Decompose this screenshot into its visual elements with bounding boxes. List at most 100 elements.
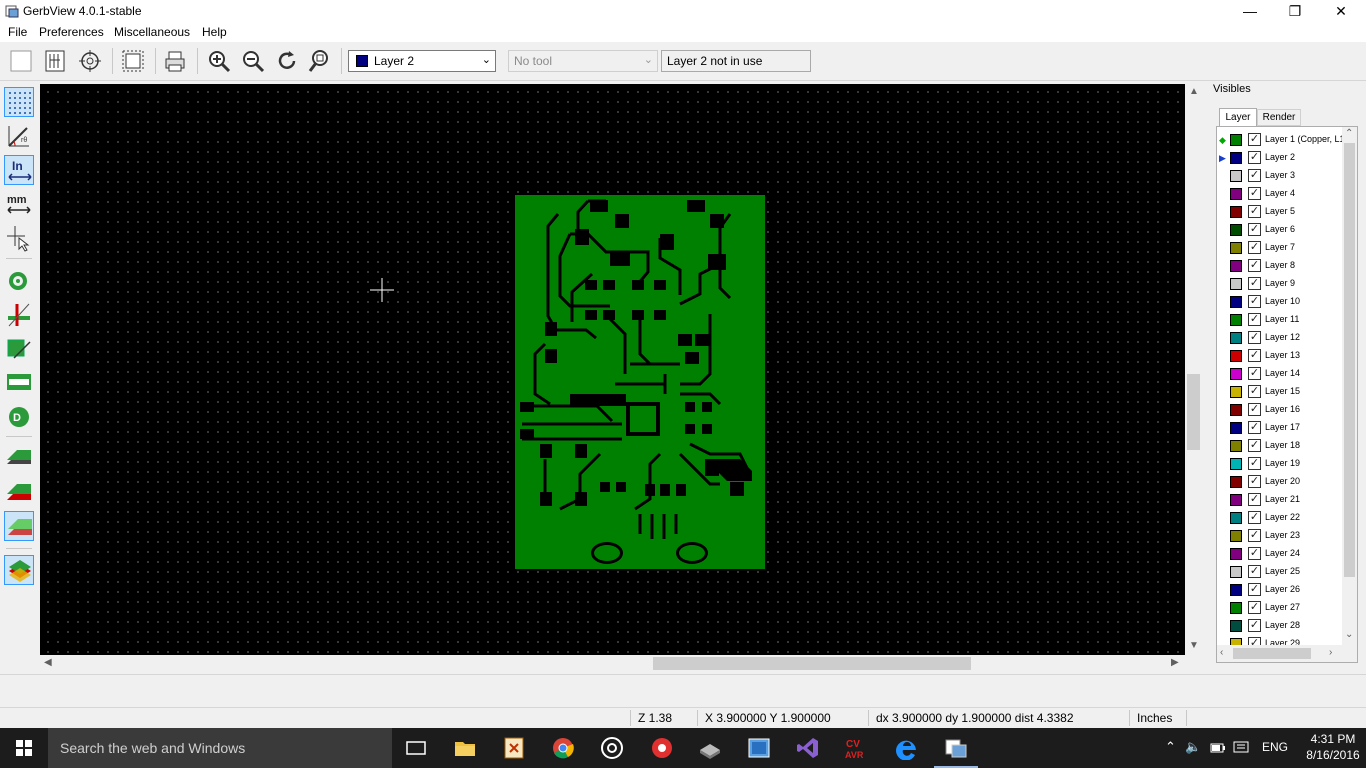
layer-color-swatch[interactable] — [1230, 368, 1242, 380]
layer-visibility-checkbox[interactable]: ✓ — [1248, 367, 1261, 380]
menu-help[interactable]: Help — [202, 25, 227, 39]
game-app-icon[interactable] — [650, 736, 674, 760]
archive-app-icon[interactable] — [502, 736, 526, 760]
layer-row[interactable]: ✓ Layer 4 — [1217, 185, 1342, 203]
layer-visibility-checkbox[interactable]: ✓ — [1248, 349, 1261, 362]
codevision-avr-icon[interactable]: CV AVR — [845, 736, 869, 760]
layer-visibility-checkbox[interactable]: ✓ — [1248, 277, 1261, 290]
layer-row[interactable]: ✓ Layer 13 — [1217, 347, 1342, 365]
layer-visibility-checkbox[interactable]: ✓ — [1248, 547, 1261, 560]
transparency-mode-icon[interactable] — [4, 443, 34, 473]
layer-list-horizontal-scrollbar[interactable]: ‹ › — [1217, 645, 1357, 662]
layer-visibility-checkbox[interactable]: ✓ — [1248, 601, 1261, 614]
layers-manager-icon[interactable] — [4, 555, 34, 585]
layer-row[interactable]: ✓ Layer 10 — [1217, 293, 1342, 311]
layer-row[interactable]: ✓ Layer 26 — [1217, 581, 1342, 599]
layer-visibility-checkbox[interactable]: ✓ — [1248, 151, 1261, 164]
layer-color-swatch[interactable] — [1230, 242, 1242, 254]
tool-select-dropdown[interactable]: No tool ⌄ — [508, 50, 658, 72]
layer-visibility-checkbox[interactable]: ✓ — [1248, 313, 1261, 326]
layer-visibility-checkbox[interactable]: ✓ — [1248, 529, 1261, 542]
language-indicator[interactable]: ENG — [1262, 740, 1288, 754]
chevron-up-icon[interactable]: ⌃ — [1165, 739, 1176, 755]
layer-row[interactable]: ✓ Layer 16 — [1217, 401, 1342, 419]
scroll-down-icon[interactable]: ▼ — [1189, 640, 1199, 651]
layer-visibility-checkbox[interactable]: ✓ — [1248, 385, 1261, 398]
open-gerber-icon[interactable] — [42, 48, 68, 74]
layer-visibility-checkbox[interactable]: ✓ — [1248, 133, 1261, 146]
layer-row[interactable]: ✓ Layer 23 — [1217, 527, 1342, 545]
layer-color-swatch[interactable] — [1230, 602, 1242, 614]
scroll-thumb[interactable] — [1344, 143, 1355, 577]
scroll-right-icon[interactable]: ▶ — [1171, 657, 1179, 668]
show-dcodes-icon[interactable] — [4, 367, 34, 397]
clock-time[interactable]: 4:31 PM — [1308, 732, 1358, 746]
layer-color-swatch[interactable] — [1230, 566, 1242, 578]
scroll-left-icon[interactable]: ‹ — [1220, 647, 1223, 658]
tab-layer[interactable]: Layer — [1219, 108, 1257, 126]
layer-list-vertical-scrollbar[interactable]: ⌃ ⌄ — [1342, 127, 1357, 645]
layer-row[interactable]: ✓ Layer 11 — [1217, 311, 1342, 329]
layer-row[interactable]: ✓ Layer 24 — [1217, 545, 1342, 563]
grid-icon[interactable] — [4, 87, 34, 117]
layer-row[interactable]: ✓ Layer 14 — [1217, 365, 1342, 383]
layer-color-swatch[interactable] — [1230, 296, 1242, 308]
layer-color-swatch[interactable] — [1230, 332, 1242, 344]
layer-visibility-checkbox[interactable]: ✓ — [1248, 259, 1261, 272]
page-settings-icon[interactable] — [120, 48, 146, 74]
redraw-icon[interactable] — [274, 48, 300, 74]
layer-select-dropdown[interactable]: Layer 2 ⌄ — [348, 50, 496, 72]
layer-visibility-checkbox[interactable]: ✓ — [1248, 511, 1261, 524]
layer-visibility-checkbox[interactable]: ✓ — [1248, 169, 1261, 182]
layer-visibility-checkbox[interactable]: ✓ — [1248, 421, 1261, 434]
layer-visibility-checkbox[interactable]: ✓ — [1248, 295, 1261, 308]
layer-row[interactable]: ✓ Layer 15 — [1217, 383, 1342, 401]
layer-row[interactable]: ✓ Layer 17 — [1217, 419, 1342, 437]
layer-color-swatch[interactable] — [1230, 350, 1242, 362]
layer-visibility-checkbox[interactable]: ✓ — [1248, 205, 1261, 218]
layer-visibility-checkbox[interactable]: ✓ — [1248, 331, 1261, 344]
layer-color-swatch[interactable] — [1230, 188, 1242, 200]
layer-visibility-checkbox[interactable]: ✓ — [1248, 475, 1261, 488]
layer-visibility-checkbox[interactable]: ✓ — [1248, 619, 1261, 632]
media-app-icon[interactable] — [600, 736, 624, 760]
scroll-up-icon[interactable]: ▲ — [1189, 86, 1199, 97]
layer-color-swatch[interactable] — [1230, 314, 1242, 326]
notifications-icon[interactable] — [1233, 740, 1249, 756]
layer-color-swatch[interactable] — [1230, 278, 1242, 290]
layer-color-swatch[interactable] — [1230, 386, 1242, 398]
layer-row[interactable]: ✓ Layer 28 — [1217, 617, 1342, 635]
task-view-icon[interactable] — [404, 736, 428, 760]
lines-sketch-icon[interactable] — [4, 299, 34, 329]
print-icon[interactable] — [162, 48, 188, 74]
layer-visibility-checkbox[interactable]: ✓ — [1248, 439, 1261, 452]
clock-date[interactable]: 8/16/2016 — [1300, 748, 1366, 762]
tab-render[interactable]: Render — [1257, 109, 1301, 126]
gerber-canvas[interactable] — [40, 84, 1185, 655]
close-button[interactable]: ✕ — [1318, 0, 1364, 22]
canvas-horizontal-scrollbar[interactable]: ◀ ▶ — [40, 655, 1185, 672]
chrome-icon[interactable] — [551, 736, 575, 760]
layer-row[interactable]: ✓ Layer 25 — [1217, 563, 1342, 581]
layer-row[interactable]: ✓ Layer 12 — [1217, 329, 1342, 347]
layer-row[interactable]: ✓ Layer 21 — [1217, 491, 1342, 509]
mm-units-icon[interactable]: mm — [4, 189, 34, 219]
scroll-right-icon[interactable]: › — [1329, 647, 1332, 658]
maximize-button[interactable]: ❐ — [1272, 0, 1318, 22]
layer-color-swatch[interactable] — [1230, 584, 1242, 596]
layer-visibility-checkbox[interactable]: ✓ — [1248, 493, 1261, 506]
layer-color-swatch[interactable] — [1230, 494, 1242, 506]
layer-row[interactable]: ✓ Layer 3 — [1217, 167, 1342, 185]
layer-color-swatch[interactable] — [1230, 620, 1242, 632]
layer-visibility-checkbox[interactable]: ✓ — [1248, 403, 1261, 416]
scroll-thumb[interactable] — [1233, 648, 1311, 659]
mount-tool-icon[interactable] — [698, 736, 722, 760]
layer-visibility-checkbox[interactable]: ✓ — [1248, 583, 1261, 596]
inch-units-icon[interactable]: In — [4, 155, 34, 185]
diff-mode-icon[interactable] — [4, 511, 34, 541]
scroll-up-icon[interactable]: ⌃ — [1345, 128, 1353, 139]
layer-color-swatch[interactable] — [1230, 224, 1242, 236]
start-button[interactable] — [0, 728, 48, 768]
layer-color-swatch[interactable] — [1230, 512, 1242, 524]
layer-row[interactable]: ✓ Layer 22 — [1217, 509, 1342, 527]
